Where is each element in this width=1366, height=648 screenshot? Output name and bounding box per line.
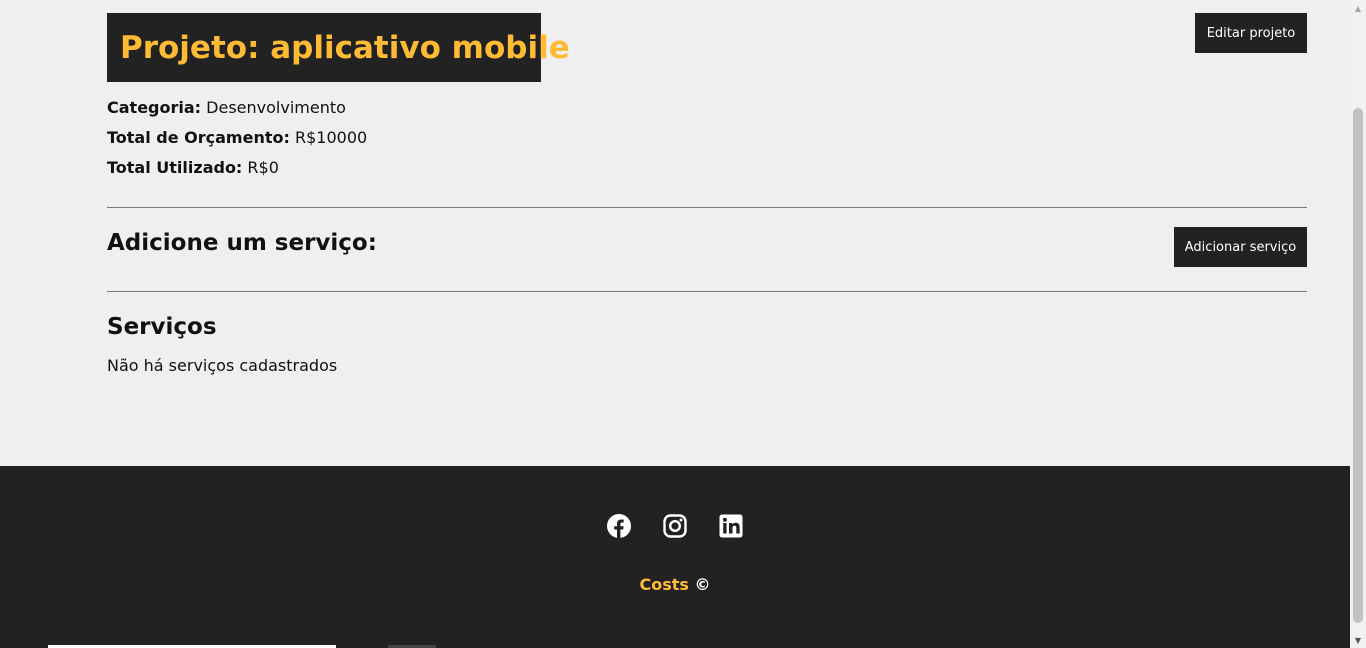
instagram-icon[interactable] [663,514,687,538]
brand-name: Costs [639,575,689,594]
services-title: Serviços [107,314,217,340]
budget-value: R$10000 [294,128,368,147]
used-label: Total Utilizado: [107,158,243,177]
facebook-icon[interactable] [607,514,631,538]
scroll-up-arrow-icon[interactable]: ▲ [1350,0,1366,16]
linkedin-icon[interactable] [719,514,743,538]
budget-label: Total de Orçamento: [107,128,290,147]
divider [107,207,1307,208]
empty-services-message: Não há serviços cadastrados [107,356,338,375]
edit-project-button[interactable]: Editar projeto [1195,13,1307,53]
divider [107,291,1307,292]
add-service-button[interactable]: Adicionar serviço [1174,227,1307,267]
page: Projeto: aplicativo mobile Editar projet… [0,0,1350,648]
used-value: R$0 [247,158,279,177]
category-info: Categoria: Desenvolvimento [107,98,346,117]
copyright-symbol: © [694,575,711,594]
project-title: Projeto: aplicativo mobile [107,13,570,82]
scrollbar-thumb[interactable] [1353,108,1363,623]
scroll-down-arrow-icon[interactable]: ▼ [1350,632,1366,648]
copyright: Costs © [0,575,1350,594]
vertical-scrollbar[interactable]: ▲ ▼ [1350,0,1366,648]
budget-info: Total de Orçamento: R$10000 [107,128,367,147]
add-service-title: Adicione um serviço: [107,230,377,256]
category-value: Desenvolvimento [206,98,346,117]
category-label: Categoria: [107,98,202,117]
used-info: Total Utilizado: R$0 [107,158,279,177]
footer: Costs © [0,466,1350,648]
